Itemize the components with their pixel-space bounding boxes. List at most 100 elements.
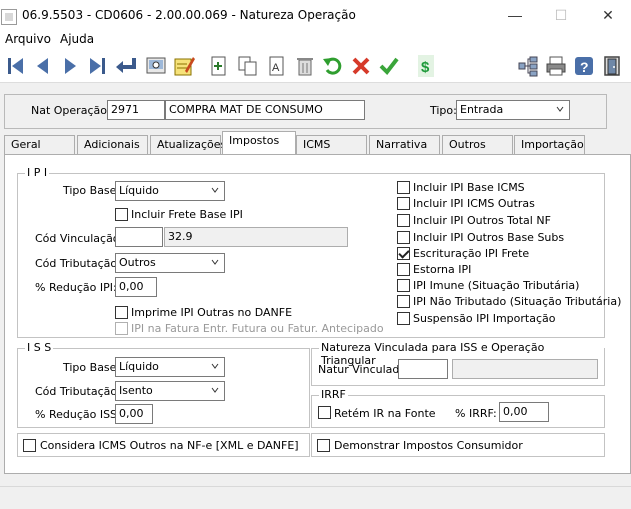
chevron-down-icon: [211, 187, 219, 193]
iss-cod-tributacao-select[interactable]: Isento: [115, 381, 225, 401]
previous-record-button[interactable]: [30, 52, 56, 80]
tab-icms[interactable]: ICMS: [296, 135, 367, 154]
incluir-ipi-base-icms-checkbox[interactable]: [397, 181, 410, 194]
tipo-select[interactable]: Entrada: [456, 100, 570, 120]
exit-button[interactable]: [599, 52, 625, 80]
imprime-ipi-outras-checkbox[interactable]: [115, 306, 128, 319]
ipi-nao-tributado-checkbox[interactable]: [397, 295, 410, 308]
new-record-button[interactable]: [206, 52, 232, 80]
tab-impostos-panel: I P I Tipo Base: Líquido Incluir Frete B…: [4, 154, 631, 474]
natureza-vinculada-group: Natureza Vinculada para ISS e Operação T…: [311, 341, 605, 386]
hierarchy-button[interactable]: [515, 52, 541, 80]
new-icon: [211, 56, 226, 76]
text-button[interactable]: A: [264, 52, 290, 80]
ipi-imune-checkbox[interactable]: [397, 279, 410, 292]
reducao-ipi-label: % Redução IPI:: [35, 281, 117, 294]
tipo-label: Tipo:: [430, 104, 457, 117]
edit-list-icon: [174, 57, 195, 76]
copy-record-button[interactable]: [235, 52, 261, 80]
currency-icon: $: [418, 55, 434, 77]
return-icon: [116, 58, 136, 73]
incluir-ipi-outros-base-subs-checkbox[interactable]: [397, 231, 410, 244]
considera-icms-outros-label: Considera ICMS Outros na NF-e [XML e DAN…: [40, 439, 299, 452]
maximize-button[interactable]: ☐: [538, 0, 584, 31]
demonstrar-impostos-consumidor-label: Demonstrar Impostos Consumidor: [334, 439, 523, 452]
reducao-ipi-field[interactable]: 0,00: [115, 277, 157, 297]
confirm-icon: [379, 57, 399, 76]
reducao-iss-field[interactable]: 0,00: [115, 404, 153, 424]
tab-outros[interactable]: Outros: [442, 135, 513, 154]
nat-operacao-desc-field[interactable]: COMPRA MAT DE CONSUMO: [165, 100, 365, 120]
cancel-button[interactable]: [348, 52, 374, 80]
undo-button[interactable]: [320, 52, 346, 80]
cod-vinculacao-desc: 32.9: [164, 227, 348, 247]
preview-button[interactable]: [143, 52, 169, 80]
delete-button[interactable]: [292, 52, 318, 80]
currency-button[interactable]: $: [413, 52, 439, 80]
ipi-cod-tributacao-select[interactable]: Outros: [115, 253, 225, 273]
minimize-button[interactable]: —: [492, 0, 538, 31]
tab-strip: Geral Adicionais Atualizações Impostos I…: [0, 129, 631, 154]
help-button[interactable]: ?: [571, 52, 597, 80]
confirm-button[interactable]: [376, 52, 402, 80]
edit-list-button[interactable]: [171, 52, 197, 80]
retem-ir-fonte-label: Retém IR na Fonte: [334, 407, 436, 420]
ipi-legend: I P I: [25, 166, 50, 179]
natur-vinculada-field[interactable]: [398, 359, 448, 379]
ipi-imune-label: IPI Imune (Situação Tributária): [413, 279, 580, 292]
iss-cod-tributacao-label: Cód Tributação:: [35, 385, 121, 398]
demonstrar-impostos-consumidor-checkbox[interactable]: [317, 439, 330, 452]
next-record-button[interactable]: [57, 52, 83, 80]
return-button[interactable]: [113, 52, 139, 80]
tab-atualizacoes[interactable]: Atualizações: [150, 135, 226, 154]
cod-vinculacao-field[interactable]: [115, 227, 163, 247]
ipi-tipo-base-select[interactable]: Líquido: [115, 181, 225, 201]
svg-text:A: A: [272, 62, 280, 74]
close-button[interactable]: ✕: [585, 0, 631, 31]
incluir-frete-base-ipi-checkbox[interactable]: [115, 208, 128, 221]
retem-ir-fonte-checkbox[interactable]: [318, 406, 331, 419]
incluir-ipi-outros-total-nf-checkbox[interactable]: [397, 214, 410, 227]
copy-icon: [238, 56, 257, 76]
iss-cod-tributacao-value: Isento: [119, 384, 153, 397]
last-record-button[interactable]: [84, 52, 110, 80]
menu-ajuda[interactable]: Ajuda: [60, 32, 94, 46]
incluir-ipi-outros-base-subs-label: Incluir IPI Outros Base Subs: [413, 231, 565, 244]
prev-icon: [37, 58, 48, 74]
header-panel: Nat Operação: 2971 COMPRA MAT DE CONSUMO…: [4, 94, 607, 129]
cod-vinculacao-label: Cód Vinculação:: [35, 232, 124, 245]
menu-arquivo[interactable]: Arquivo: [5, 32, 51, 46]
tab-impostos[interactable]: Impostos: [222, 131, 296, 154]
chevron-down-icon: [556, 106, 564, 112]
tab-importacao[interactable]: Importação: [514, 135, 585, 154]
window-title: 06.9.5503 - CD0606 - 2.00.00.069 - Natur…: [22, 8, 356, 22]
tab-adicionais[interactable]: Adicionais: [77, 135, 148, 154]
iss-tipo-base-select[interactable]: Líquido: [115, 357, 225, 377]
delete-icon: [297, 58, 313, 76]
demonstrar-impostos-box: Demonstrar Impostos Consumidor: [311, 433, 605, 457]
suspensao-ipi-importacao-checkbox[interactable]: [397, 312, 410, 325]
considera-icms-outros-checkbox[interactable]: [23, 439, 36, 452]
imprime-ipi-outras-label: Imprime IPI Outras no DANFE: [131, 306, 293, 319]
ipi-cod-tributacao-label: Cód Tributação:: [35, 257, 121, 270]
toolbar: A $ ?: [0, 49, 631, 83]
nat-operacao-code-field[interactable]: 2971: [107, 100, 165, 120]
incluir-ipi-icms-outras-checkbox[interactable]: [397, 197, 410, 210]
irrf-pct-field[interactable]: 0,00: [499, 402, 549, 422]
first-record-button[interactable]: [3, 52, 29, 80]
svg-text:$: $: [421, 59, 430, 76]
estorna-ipi-checkbox[interactable]: [397, 263, 410, 276]
last-icon: [90, 58, 105, 74]
print-icon: [546, 56, 566, 76]
incluir-ipi-base-icms-label: Incluir IPI Base ICMS: [413, 181, 525, 194]
tab-geral[interactable]: Geral: [4, 135, 75, 154]
first-icon: [8, 58, 23, 74]
next-icon: [65, 58, 76, 74]
main-area: Nat Operação: 2971 COMPRA MAT DE CONSUMO…: [0, 84, 631, 486]
ipi-nao-tributado-label: IPI Não Tributado (Situação Tributária): [413, 295, 622, 308]
escrituracao-ipi-frete-checkbox[interactable]: [397, 247, 410, 260]
ipi-fatura-entr-futura-checkbox[interactable]: [115, 322, 128, 335]
tab-narrativa[interactable]: Narrativa: [369, 135, 440, 154]
print-button[interactable]: [543, 52, 569, 80]
menu-bar: Arquivo Ajuda: [0, 31, 631, 49]
